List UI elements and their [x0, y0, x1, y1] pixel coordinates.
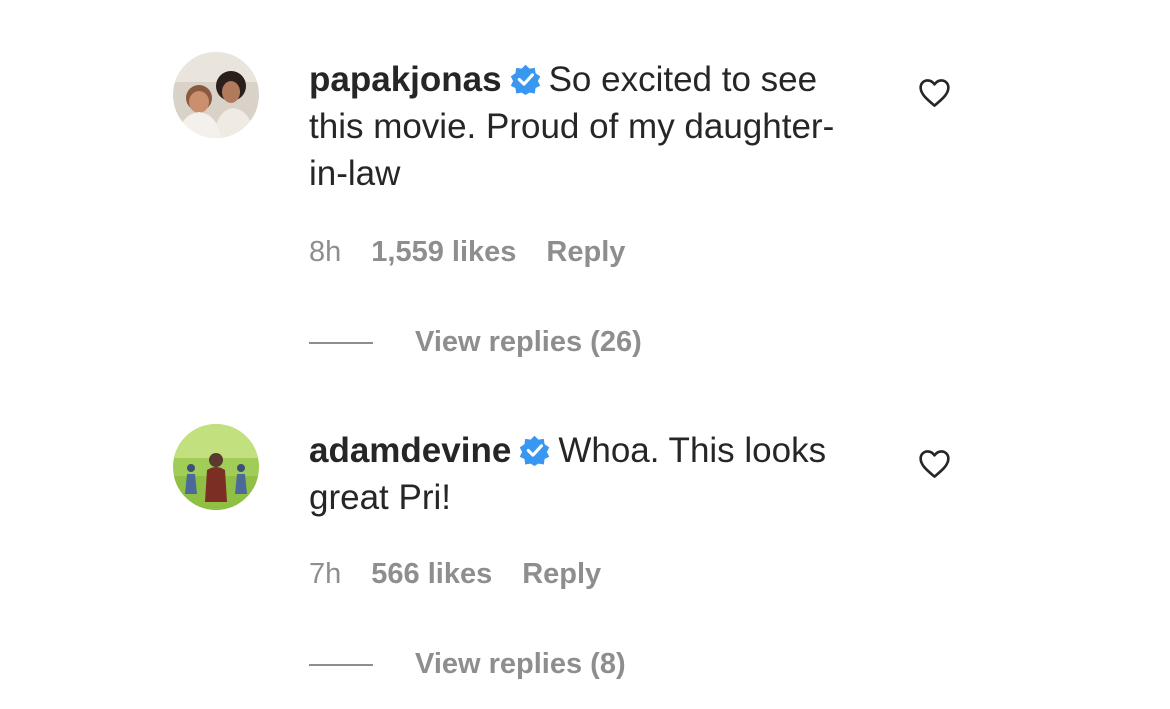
- avatar-photo: [173, 52, 259, 138]
- comment-likes[interactable]: 1,559 likes: [371, 236, 516, 268]
- comment-time: 7h: [309, 558, 342, 590]
- comment-username[interactable]: adamdevine: [309, 431, 511, 470]
- comment-meta: 8h 1,559 likes Reply: [309, 235, 655, 269]
- view-replies-button[interactable]: View replies (26): [309, 325, 642, 359]
- comment-text-block: papakjonas So excited to see this movie. …: [309, 56, 869, 197]
- like-heart-icon[interactable]: [917, 446, 952, 481]
- replies-divider-line: [309, 342, 373, 345]
- comment-likes[interactable]: 566 likes: [371, 558, 492, 590]
- avatar[interactable]: [173, 52, 259, 138]
- comment-username[interactable]: papakjonas: [309, 60, 502, 99]
- verified-badge-icon: [519, 431, 550, 466]
- comment-text-block: adamdevine Whoa. This looks great Pri!: [309, 427, 869, 521]
- comment-time: 8h: [309, 236, 342, 268]
- avatar-photo: [173, 424, 259, 510]
- like-heart-icon[interactable]: [917, 75, 952, 110]
- view-replies-label: View replies (8): [415, 648, 626, 680]
- view-replies-label: View replies (26): [415, 326, 642, 358]
- reply-button[interactable]: Reply: [522, 558, 601, 590]
- verified-badge-icon: [510, 60, 541, 95]
- avatar[interactable]: [173, 424, 259, 510]
- replies-divider-line: [309, 664, 373, 667]
- reply-button[interactable]: Reply: [546, 236, 625, 268]
- comment-meta: 7h 566 likes Reply: [309, 557, 631, 591]
- view-replies-button[interactable]: View replies (8): [309, 647, 626, 681]
